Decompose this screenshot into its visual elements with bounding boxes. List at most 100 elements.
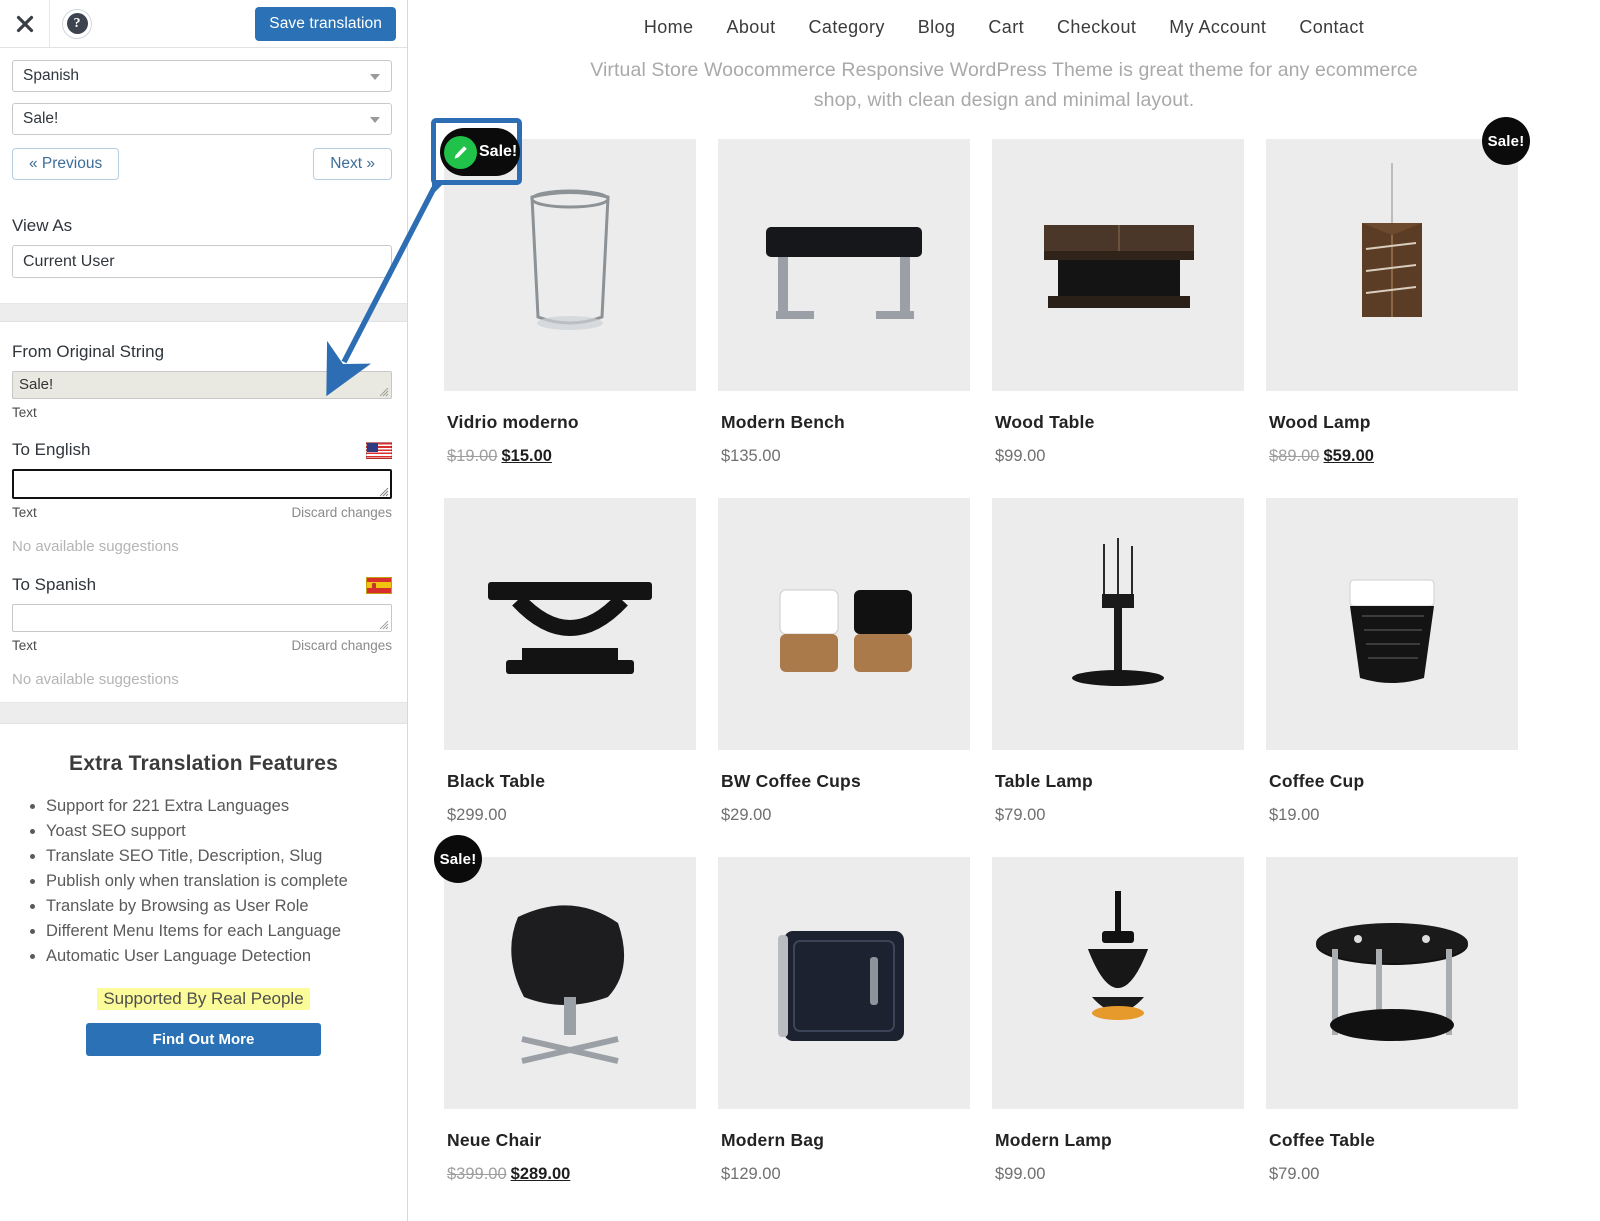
site-navigation: Home About Category Blog Cart Checkout My Acco…: [408, 0, 1600, 38]
product-image-chair[interactable]: [444, 857, 696, 1109]
site-tagline: Virtual Store Woocommerce Responsive Wor…: [590, 59, 1418, 111]
sale-badge[interactable]: Sale!: [1482, 117, 1530, 165]
product-current-price: $129.00: [721, 1165, 781, 1183]
product-card[interactable]: Modern Bag $129.00: [718, 857, 970, 1184]
nav-link-cart[interactable]: Cart: [988, 17, 1024, 38]
spanish-discard-changes[interactable]: Discard changes: [291, 638, 392, 653]
nav-link-category[interactable]: Category: [809, 17, 885, 38]
product-current-price: $29.00: [721, 806, 772, 824]
product-card[interactable]: Sale! Wood Lamp $89.00 $59.00: [1266, 117, 1530, 466]
product-price: $79.00: [995, 806, 1244, 825]
pagination: « Previous Next »: [0, 146, 404, 180]
product-card[interactable]: Wood Table $99.00: [992, 139, 1244, 466]
english-translation-textarea[interactable]: [12, 469, 392, 499]
promo-feature-item: Translate SEO Title, Description, Slug: [46, 844, 395, 869]
product-image-bench[interactable]: [718, 139, 970, 391]
product-image-bag[interactable]: [718, 857, 970, 1109]
product-sale-price: $15.00: [501, 447, 552, 465]
product-price: $19.00 $15.00: [447, 447, 696, 466]
product-image-wood-lamp[interactable]: [1266, 139, 1518, 391]
promo-feature-item: Translate by Browsing as User Role: [46, 894, 395, 919]
product-current-price: $99.00: [995, 447, 1046, 465]
product-title: Modern Lamp: [995, 1130, 1112, 1150]
promo-supported-badge: Supported By Real People: [97, 988, 310, 1010]
product-image-black-table[interactable]: [444, 498, 696, 750]
product-card[interactable]: Table Lamp $79.00: [992, 498, 1244, 825]
spanish-translation-block: To Spanish Text Discard changes No avail…: [0, 575, 407, 688]
language-select-value: Spanish: [23, 67, 80, 84]
product-title: Modern Bag: [721, 1130, 825, 1150]
product-price: $79.00: [1269, 1165, 1518, 1184]
chevron-down-icon: [370, 74, 380, 80]
product-title: Table Lamp: [995, 771, 1093, 791]
selects-group: Spanish Sale!: [0, 48, 407, 135]
product-price: $19.00: [1269, 806, 1518, 825]
help-button[interactable]: ?: [50, 0, 104, 47]
english-meta-type: Text: [12, 505, 37, 520]
product-price: $399.00 $289.00: [447, 1165, 696, 1184]
promo-panel: Extra Translation Features Support for 2…: [0, 752, 407, 1056]
product-image-wood-table[interactable]: [992, 139, 1244, 391]
product-image-table-lamp[interactable]: [992, 498, 1244, 750]
product-title: Coffee Cup: [1269, 771, 1365, 791]
product-grid: Vidrio moderno $19.00 $15.00 Modern Bench $1…: [408, 117, 1600, 1184]
product-price: $89.00 $59.00: [1269, 447, 1518, 466]
chevron-down-icon: [370, 117, 380, 123]
original-string-block: From Original String Text: [0, 342, 407, 420]
product-image-coffee-table[interactable]: [1266, 857, 1518, 1109]
product-card[interactable]: Modern Bench $135.00: [718, 139, 970, 466]
product-sale-price: $59.00: [1323, 447, 1374, 465]
promo-feature-item: Yoast SEO support: [46, 819, 395, 844]
promo-feature-item: Support for 221 Extra Languages: [46, 794, 395, 819]
store-preview: Home About Category Blog Cart Checkout My Acco…: [408, 0, 1600, 1221]
grid-row-spacer: [444, 825, 1518, 857]
spanish-meta-type: Text: [12, 638, 37, 653]
product-title: Neue Chair: [447, 1130, 542, 1150]
product-current-price: $19.00: [1269, 806, 1320, 824]
product-current-price: $79.00: [1269, 1165, 1320, 1183]
nav-link-blog[interactable]: Blog: [918, 17, 956, 38]
close-icon[interactable]: [0, 0, 50, 47]
product-card[interactable]: Coffee Table $79.00: [1266, 857, 1518, 1184]
question-mark-icon: ?: [62, 8, 92, 39]
sale-badge[interactable]: Sale!: [434, 835, 482, 883]
product-price: $99.00: [995, 447, 1244, 466]
product-image-drinking-glass[interactable]: [444, 139, 696, 391]
view-as-select[interactable]: Current User: [12, 245, 392, 278]
save-translation-button[interactable]: Save translation: [255, 7, 396, 41]
product-card[interactable]: Modern Lamp $99.00: [992, 857, 1244, 1184]
product-image-coffee-cup[interactable]: [1266, 498, 1518, 750]
translation-editor-sidebar: ? Save translation Spanish Sale! « Previ…: [0, 0, 408, 1221]
english-discard-changes[interactable]: Discard changes: [291, 505, 392, 520]
product-price: $299.00: [447, 806, 696, 825]
product-card[interactable]: Vidrio moderno $19.00 $15.00: [444, 139, 696, 466]
product-price: $129.00: [721, 1165, 970, 1184]
nav-link-about[interactable]: About: [726, 17, 775, 38]
product-card[interactable]: Black Table $299.00: [444, 498, 696, 825]
spanish-translation-textarea[interactable]: [12, 604, 392, 632]
editable-sale-badge[interactable]: Sale!: [440, 128, 520, 176]
product-card[interactable]: Sale! Neue Chair $399.00 $289.00: [434, 835, 696, 1184]
string-select[interactable]: Sale!: [12, 103, 392, 135]
nav-link-contact[interactable]: Contact: [1299, 17, 1364, 38]
next-button[interactable]: Next »: [313, 148, 392, 180]
to-spanish-text: To Spanish: [12, 575, 97, 594]
product-current-price: $135.00: [721, 447, 781, 465]
promo-title: Extra Translation Features: [69, 752, 338, 775]
product-image-coffee-cups[interactable]: [718, 498, 970, 750]
product-card[interactable]: BW Coffee Cups $29.00: [718, 498, 970, 825]
previous-button[interactable]: « Previous: [12, 148, 120, 180]
nav-link-my-account[interactable]: My Account: [1169, 17, 1266, 38]
original-string-textarea[interactable]: [12, 371, 392, 399]
find-out-more-button[interactable]: Find Out More: [86, 1023, 321, 1056]
product-old-price: $399.00: [447, 1165, 507, 1183]
nav-link-checkout[interactable]: Checkout: [1057, 17, 1136, 38]
product-image-modern-lamp[interactable]: [992, 857, 1244, 1109]
product-card[interactable]: Coffee Cup $19.00: [1266, 498, 1518, 825]
product-title: Wood Lamp: [1269, 412, 1371, 432]
promo-feature-item: Automatic User Language Detection: [46, 944, 395, 969]
es-flag-icon: [366, 576, 392, 594]
language-select[interactable]: Spanish: [12, 60, 392, 92]
original-string-label: From Original String: [12, 342, 165, 361]
nav-link-home[interactable]: Home: [644, 17, 694, 38]
